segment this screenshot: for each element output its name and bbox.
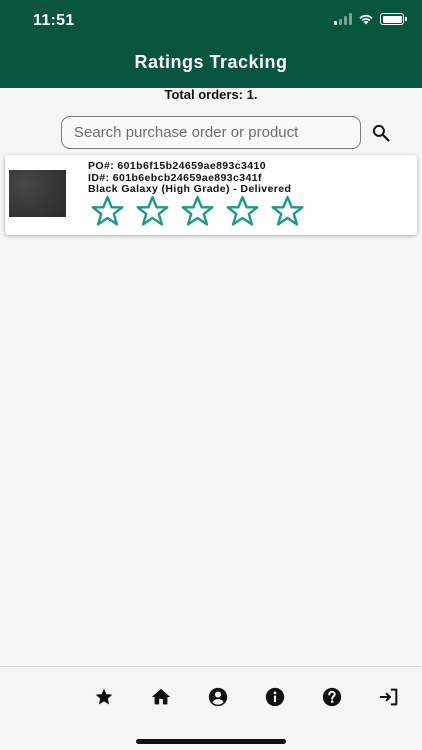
account-icon xyxy=(208,687,228,707)
rating-star-5-icon[interactable] xyxy=(269,195,306,227)
star-rating xyxy=(89,195,306,227)
app-header: 11:51 Ratings Tracking xyxy=(0,0,422,88)
order-card[interactable]: PO#: 601b6f15b24659ae893c3410 ID#: 601b6… xyxy=(5,155,417,235)
rating-star-3-icon[interactable] xyxy=(179,195,216,227)
total-orders-label: Total orders: 1. xyxy=(164,87,258,102)
info-icon xyxy=(265,687,285,707)
logout-icon xyxy=(379,688,398,706)
home-indicator[interactable] xyxy=(136,739,286,744)
nav-home-button[interactable] xyxy=(149,685,173,709)
rating-star-2-icon[interactable] xyxy=(134,195,171,227)
page-title: Ratings Tracking xyxy=(134,52,288,72)
search-field[interactable] xyxy=(61,116,361,149)
nav-logout-button[interactable] xyxy=(377,685,401,709)
rating-star-4-icon[interactable] xyxy=(224,195,261,227)
rating-star-1-icon[interactable] xyxy=(89,195,126,227)
screen: 11:51 Ratings Tracking Total orders: 1. xyxy=(0,0,422,750)
status-time: 11:51 xyxy=(33,12,75,29)
search-button[interactable] xyxy=(370,122,392,144)
battery-icon xyxy=(380,13,407,25)
bottom-navigation xyxy=(0,666,422,750)
product-thumbnail xyxy=(9,170,66,217)
search-input[interactable] xyxy=(62,117,360,148)
order-product-status: Black Galaxy (High Grade) - Delivered xyxy=(88,183,292,195)
nav-ratings-button[interactable] xyxy=(92,685,116,709)
nav-info-button[interactable] xyxy=(263,685,287,709)
wifi-icon xyxy=(359,14,373,25)
nav-help-button[interactable] xyxy=(320,685,344,709)
star-icon xyxy=(95,688,113,705)
home-icon xyxy=(151,688,171,705)
search-icon xyxy=(372,124,390,142)
nav-account-button[interactable] xyxy=(206,685,230,709)
status-icons xyxy=(334,13,407,25)
cellular-signal-icon xyxy=(334,13,352,25)
help-icon xyxy=(322,687,342,707)
order-po-number: PO#: 601b6f15b24659ae893c3410 xyxy=(88,160,266,172)
